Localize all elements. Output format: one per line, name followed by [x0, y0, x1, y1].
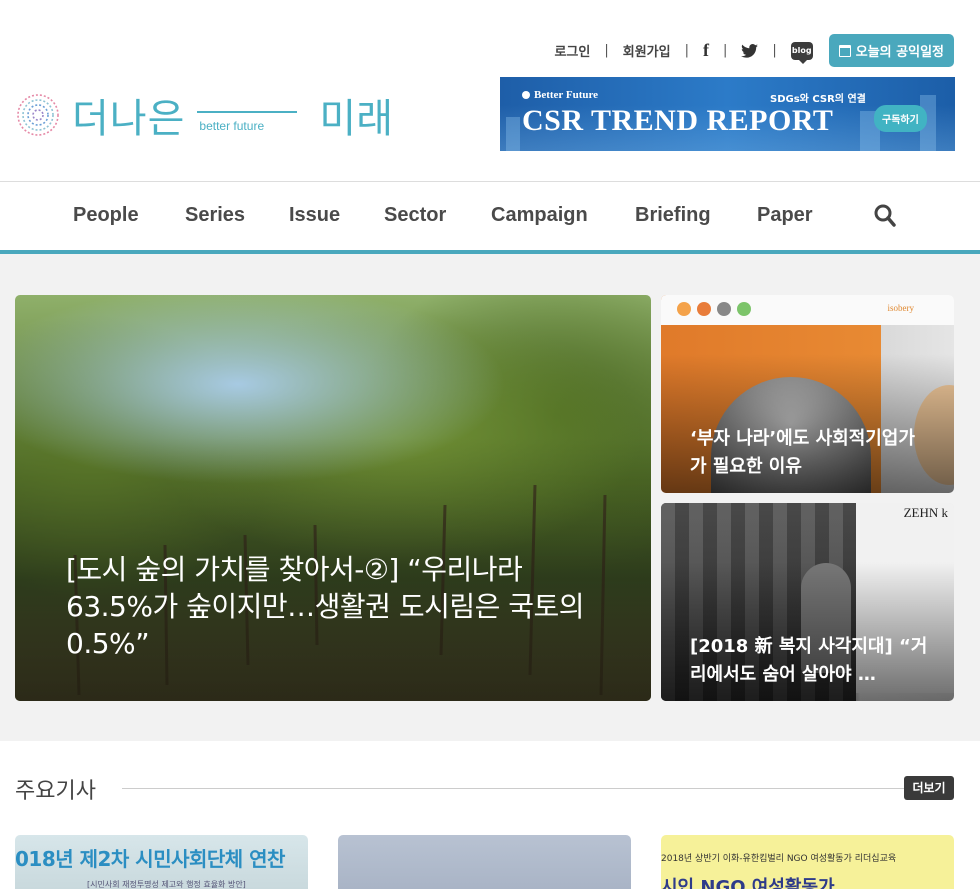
dot-icon: [697, 302, 711, 316]
top-utility-bar: 로그인 | 회원가입 | f | | blog 오늘의 공익일정: [554, 34, 954, 67]
schedule-button[interactable]: 오늘의 공익일정: [828, 34, 954, 67]
logo-subtext: better future: [199, 119, 265, 133]
side1-article-title: ‘부자 나라’에도 사회적기업가가 필요한 이유: [690, 428, 915, 477]
login-link[interactable]: 로그인: [554, 41, 590, 60]
divider: |: [604, 43, 609, 58]
nav-item-briefing[interactable]: Briefing: [635, 204, 711, 227]
blog-icon[interactable]: blog: [790, 41, 813, 64]
side1-brand-logo: isobery: [887, 303, 915, 313]
banner-building: [506, 117, 520, 151]
divider: |: [722, 43, 728, 58]
nav-item-series[interactable]: Series: [185, 204, 245, 227]
csr-report-banner[interactable]: Better Future SDGs와 CSR의 연결 CSR TREND RE…: [500, 77, 955, 151]
logo-text-secondary: 미래: [319, 96, 394, 142]
main-navigation: People Series Issue Sector Campaign Brie…: [0, 181, 980, 254]
featured-side-article-1[interactable]: isobery ‘부자 나라’에도 사회적기업가가 필요한 이유: [661, 295, 954, 493]
dot-icon: [737, 302, 751, 316]
featured-side-article-2[interactable]: ZEHN k [2018 新 복지 사각지대] “거리에서도 숨어 살아야 …: [661, 503, 954, 701]
logo-flower-icon: [17, 94, 59, 136]
banner-tagline: SDGs와 CSR의 연결: [770, 94, 866, 105]
section-heading: 주요기사: [15, 779, 96, 804]
section-divider: [122, 788, 904, 789]
article-thumbnail[interactable]: [338, 835, 631, 889]
banner-title: CSR TREND REPORT: [522, 104, 834, 137]
twitter-bird-icon: [741, 43, 759, 58]
facebook-icon[interactable]: f: [703, 40, 709, 61]
shop-sign-text: ZEHN k: [903, 505, 948, 520]
divider: |: [684, 43, 689, 58]
nav-item-people[interactable]: People: [73, 204, 139, 227]
thumbnail-banner-text: 018년 제2차 시민사회단체 연찬: [15, 847, 285, 871]
logo-line: [197, 111, 298, 113]
thumbnail-banner-subtext: [시민사회 재정투명성 제고와 행정 효율화 방안]: [87, 880, 246, 889]
article-thumbnail[interactable]: 2018년 상반기 이화-유한킴벌리 NGO 여성활동가 리더십교육 시인 NG…: [661, 835, 954, 889]
signup-link[interactable]: 회원가입: [623, 41, 671, 60]
logo-text-primary: 더나은: [72, 96, 186, 142]
featured-main-article[interactable]: [도시 숲의 가치를 찾아서-②] “우리나라 63.5%가 숲이지만…생활권 …: [15, 295, 651, 701]
dot-icon: [717, 302, 731, 316]
calendar-icon: [838, 44, 851, 57]
twitter-icon[interactable]: [741, 43, 759, 58]
more-button[interactable]: 더보기: [904, 776, 954, 800]
article-thumbnail[interactable]: 018년 제2차 시민사회단체 연찬 [시민사회 재정투명성 제고와 행정 효율…: [15, 835, 308, 889]
nav-item-issue[interactable]: Issue: [289, 204, 340, 227]
nav-item-paper[interactable]: Paper: [757, 204, 813, 227]
nav-item-sector[interactable]: Sector: [384, 204, 446, 227]
site-logo[interactable]: 더나은 better future 미래: [14, 88, 393, 142]
dot-icon: [677, 302, 691, 316]
search-icon[interactable]: [874, 204, 896, 228]
thumbnail-banner-text: 시인 NGO 여성활동가: [661, 877, 835, 889]
side2-article-title: [2018 新 복지 사각지대] “거리에서도 숨어 살아야 …: [690, 636, 928, 685]
banner-brand: Better Future: [522, 89, 598, 101]
main-article-title: [도시 숲의 가치를 찾아서-②] “우리나라 63.5%가 숲이지만…생활권 …: [66, 553, 585, 660]
banner-subscribe-button[interactable]: 구독하기: [874, 105, 927, 132]
thumbnail-banner-subtext: 2018년 상반기 이화-유한킴벌리 NGO 여성활동가 리더십교육: [661, 854, 897, 864]
nav-item-campaign[interactable]: Campaign: [491, 204, 588, 227]
schedule-label: 오늘의 공익일정: [855, 45, 944, 60]
divider: |: [772, 43, 777, 58]
logo-divider: better future: [197, 95, 307, 135]
